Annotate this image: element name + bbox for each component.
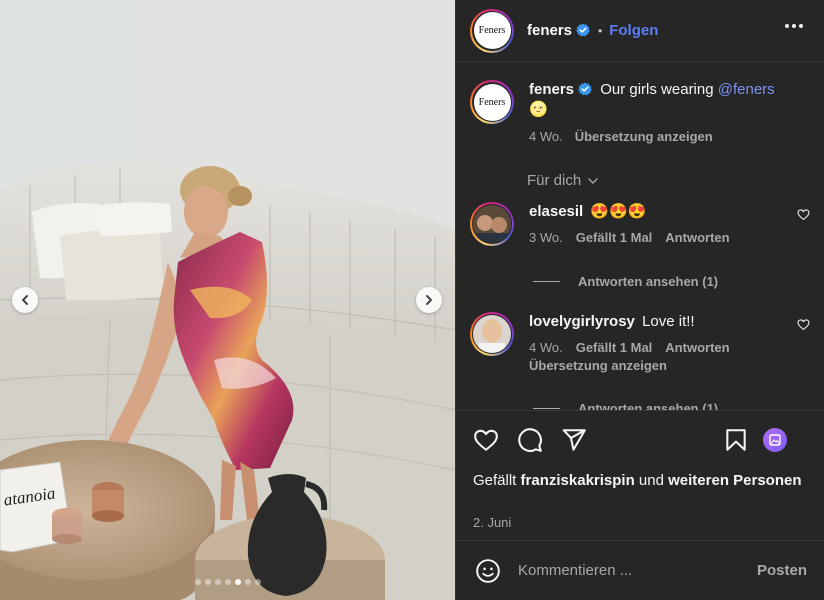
emoji-smiley-icon[interactable] — [475, 558, 501, 584]
caption-text: Our girls wearing — [600, 81, 718, 98]
commenter-avatar[interactable] — [470, 312, 514, 356]
view-replies-button[interactable]: Antworten ansehen (1) — [533, 274, 718, 289]
view-replies-label: Antworten ansehen (1) — [578, 274, 719, 289]
author-username-text[interactable]: feners — [527, 22, 572, 39]
carousel-dot — [244, 579, 251, 585]
comment-translate-link[interactable]: Übersetzung anzeigen — [529, 358, 810, 373]
comment-composer: Posten — [456, 540, 824, 600]
chevron-down-icon — [588, 177, 598, 184]
feners-logo: Feners — [473, 12, 511, 49]
author-username[interactable]: feners — [527, 22, 590, 39]
post-side-panel: Feners feners • Folgen Feners feners Our… — [455, 0, 824, 600]
feners-logo: Feners — [473, 83, 511, 121]
comment-reply-button[interactable]: Antworten — [665, 340, 729, 355]
comment-like-heart-icon[interactable] — [797, 208, 810, 221]
view-replies-label: Antworten ansehen (1) — [578, 401, 719, 410]
carousel-indicator — [0, 579, 455, 585]
caption-username[interactable]: feners — [529, 81, 574, 98]
caption-translate-link[interactable]: Übersetzung anzeigen — [575, 129, 713, 144]
carousel-prev-button[interactable] — [12, 287, 38, 313]
carousel-dot — [204, 579, 211, 585]
comment-timestamp[interactable]: 4 Wo. — [529, 340, 563, 355]
post-caption: Feners feners Our girls wearing @feners … — [470, 80, 810, 144]
post-comment-button[interactable]: Posten — [757, 562, 807, 579]
instagram-post-modal: atanoia Feners feners • Folgen Feners fe… — [0, 0, 824, 600]
comment-input[interactable] — [518, 562, 738, 579]
carousel-dot — [234, 579, 241, 585]
carousel-dot — [194, 579, 201, 585]
follow-button[interactable]: Folgen — [609, 22, 658, 39]
likes-middle: und — [634, 472, 669, 489]
comment-text: 😍😍😍 — [590, 203, 647, 220]
bookmark-save-icon[interactable] — [723, 427, 749, 453]
comment-likes-count[interactable]: Gefällt 1 Mal — [576, 340, 653, 355]
share-paper-plane-icon[interactable] — [561, 427, 587, 453]
caption-mention-link[interactable]: @feners — [718, 81, 775, 98]
caption-timestamp[interactable]: 4 Wo. — [529, 129, 563, 144]
comment-sort-label: Für dich — [527, 172, 582, 189]
comment-username[interactable]: elasesil — [529, 203, 583, 220]
commenter-avatar[interactable] — [470, 202, 514, 246]
comment-timestamp[interactable]: 3 Wo. — [529, 230, 563, 245]
comment-item: lovelygirlyrosy Love it!! 4 Wo. Gefällt … — [470, 312, 810, 373]
carousel-dot — [224, 579, 231, 585]
carousel-dot — [254, 579, 261, 585]
view-replies-button[interactable]: Antworten ansehen (1) — [533, 401, 718, 410]
carousel-next-button[interactable] — [416, 287, 442, 313]
comment-username[interactable]: lovelygirlyrosy — [529, 313, 635, 330]
author-avatar[interactable]: Feners — [470, 8, 514, 53]
carousel-dot — [214, 579, 221, 585]
avatar-photo — [473, 315, 511, 353]
likes-user-link[interactable]: franziskakrispin — [521, 472, 635, 489]
comment-bubble-icon[interactable] — [517, 427, 543, 453]
likes-summary[interactable]: Gefällt franziskakrispin und weiteren Pe… — [473, 471, 803, 491]
comment-item: elasesil 😍😍😍 3 Wo. Gefällt 1 Mal Antwort… — [470, 202, 810, 246]
more-options-icon[interactable] — [785, 24, 803, 28]
comments-list[interactable]: Feners feners Our girls wearing @feners … — [456, 62, 824, 410]
verified-badge-icon — [578, 82, 592, 96]
gallery-image-icon[interactable] — [763, 428, 787, 452]
post-date[interactable]: 2. Juni — [473, 515, 511, 530]
comment-reply-button[interactable]: Antworten — [665, 230, 729, 245]
comment-sort-dropdown[interactable]: Für dich — [527, 172, 599, 189]
post-photo: atanoia — [0, 0, 455, 600]
header-separator: • — [598, 23, 603, 38]
verified-badge-icon — [576, 23, 590, 37]
comment-like-heart-icon[interactable] — [797, 318, 810, 331]
likes-prefix: Gefällt — [473, 472, 521, 489]
post-image-carousel[interactable]: atanoia — [0, 0, 455, 600]
caption-emoji: 🌝 — [529, 101, 548, 118]
caption-author-avatar[interactable]: Feners — [470, 80, 514, 124]
likes-others-link[interactable]: weiteren Personen — [668, 472, 801, 489]
chevron-right-icon — [426, 295, 432, 305]
avatar-photo — [473, 205, 511, 243]
like-heart-icon[interactable] — [473, 427, 499, 453]
chevron-left-icon — [22, 295, 28, 305]
comment-likes-count[interactable]: Gefällt 1 Mal — [576, 230, 653, 245]
post-header: Feners feners • Folgen — [456, 0, 824, 62]
comment-text: Love it!! — [642, 313, 695, 330]
